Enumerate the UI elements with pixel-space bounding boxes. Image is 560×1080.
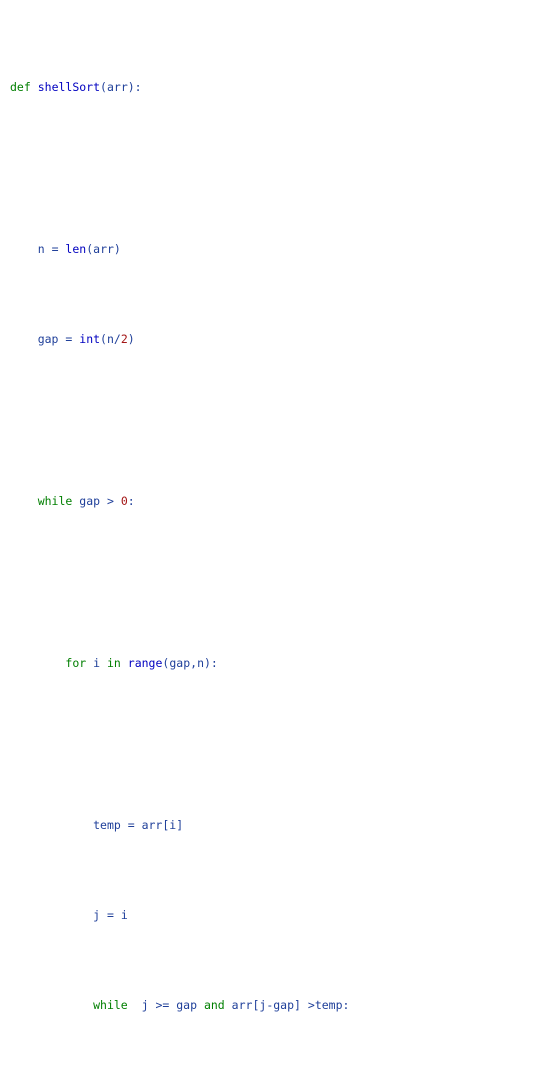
builtin-len: len	[65, 242, 87, 256]
var-i: i	[169, 818, 177, 832]
punctuation: (	[100, 80, 107, 94]
code-line: while gap > 0:	[10, 492, 349, 510]
keyword-for: for	[65, 656, 87, 670]
punctuation: )	[113, 242, 121, 256]
var-temp: temp	[314, 998, 343, 1012]
code-line: temp = arr[i]	[10, 816, 349, 834]
var-n: n	[197, 656, 204, 670]
function-name-shellsort: shellSort	[37, 80, 101, 94]
code-line: gap = int(n/2)	[10, 330, 349, 348]
number-2: 2	[120, 332, 128, 346]
operator-assign: =	[120, 818, 142, 832]
var-gap: gap	[176, 998, 197, 1012]
code-line: def shellSort(arr):	[10, 78, 349, 96]
code-line: j = i	[10, 906, 349, 924]
builtin-range: range	[127, 656, 163, 670]
punctuation: [	[252, 998, 260, 1012]
var-i: i	[120, 908, 128, 922]
code-line: n = len(arr)	[10, 240, 349, 258]
var-gap: gap	[273, 998, 295, 1012]
operator-gte: >=	[148, 998, 177, 1012]
operator-assign: =	[44, 242, 66, 256]
var-gap: gap	[79, 494, 101, 508]
punctuation: ,	[190, 656, 198, 670]
var-j: j	[141, 998, 149, 1012]
keyword-in: in	[106, 656, 121, 670]
var-n: n	[37, 242, 45, 256]
punctuation: ):	[204, 656, 218, 670]
punctuation: [	[162, 818, 170, 832]
var-gap: gap	[169, 656, 191, 670]
punctuation: ] >	[294, 998, 315, 1012]
operator-assign: =	[58, 332, 80, 346]
operator-divide: /	[113, 332, 121, 346]
punctuation: :	[342, 998, 350, 1012]
number-0: 0	[120, 494, 128, 508]
operator-greater: >	[100, 494, 121, 508]
param-arr: arr	[106, 80, 128, 94]
punctuation: (	[162, 656, 170, 670]
var-j: j	[259, 998, 267, 1012]
var-n: n	[106, 332, 114, 346]
keyword-while: while	[37, 494, 73, 508]
code-line: for i in range(gap,n):	[10, 654, 349, 672]
keyword-def: def	[10, 80, 31, 94]
punctuation: (	[100, 332, 107, 346]
var-arr: arr	[93, 242, 114, 256]
keyword-while: while	[93, 998, 128, 1012]
var-arr: arr	[141, 818, 163, 832]
var-temp: temp	[93, 818, 121, 832]
keyword-and: and	[203, 998, 225, 1012]
var-gap: gap	[37, 332, 59, 346]
var-i: i	[93, 656, 101, 670]
operator-assign: =	[100, 908, 121, 922]
code-listing: def shellSort(arr): n = len(arr) gap = i…	[10, 6, 349, 1080]
var-j: j	[93, 908, 101, 922]
punctuation: :	[127, 494, 135, 508]
punctuation: ]	[176, 818, 184, 832]
var-arr: arr	[231, 998, 253, 1012]
builtin-int: int	[79, 332, 101, 346]
punctuation: ):	[127, 80, 142, 94]
punctuation: )	[127, 332, 135, 346]
code-line: while j >= gap and arr[j-gap] >temp:	[10, 996, 349, 1014]
operator-minus: -	[266, 998, 274, 1012]
